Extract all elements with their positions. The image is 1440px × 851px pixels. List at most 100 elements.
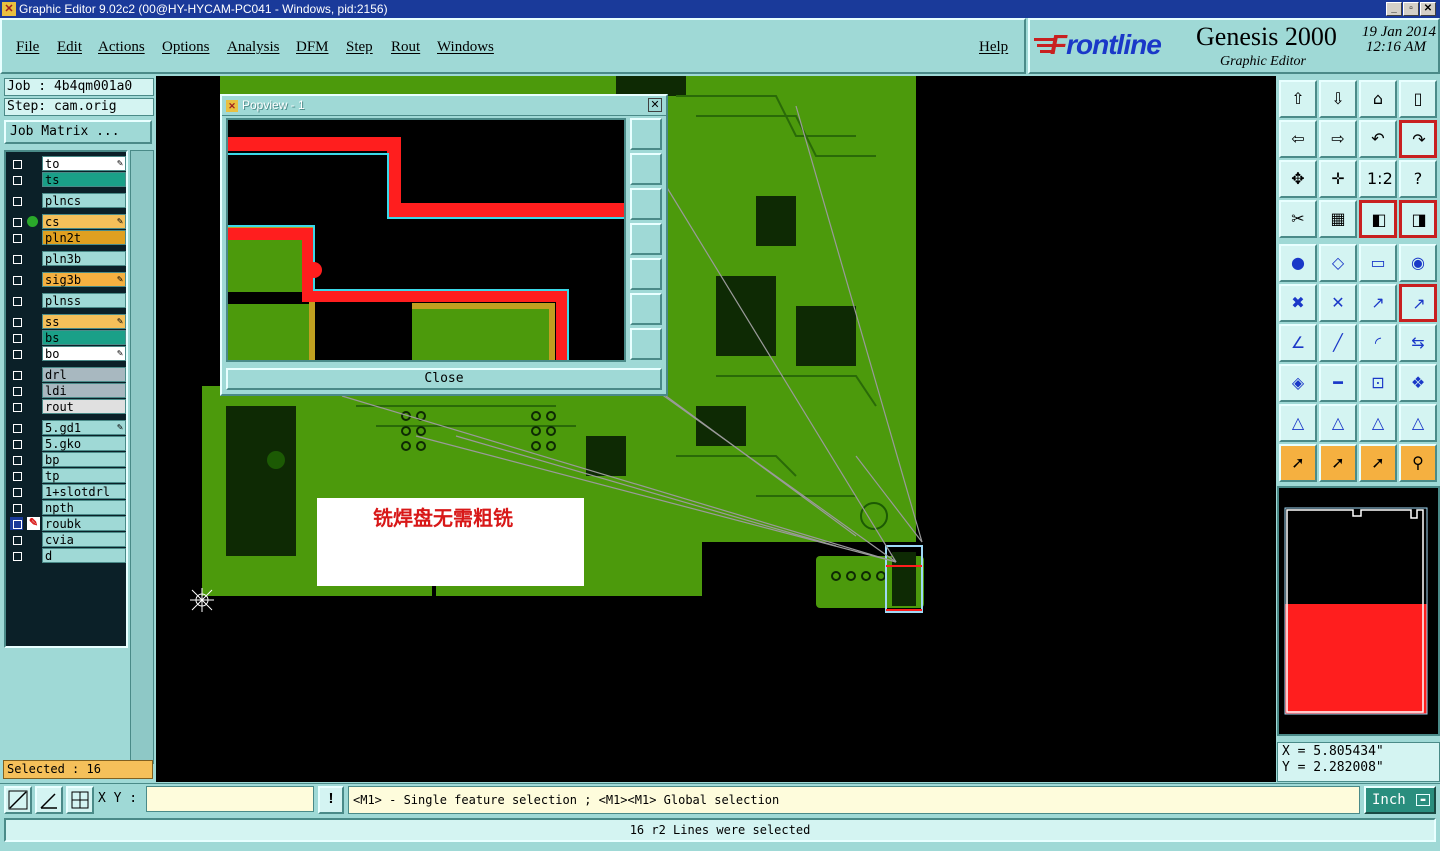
- layer-name[interactable]: sig3b ✎: [42, 272, 126, 287]
- menu-dfm[interactable]: DFM: [296, 39, 329, 56]
- grid-mode-icon[interactable]: [66, 786, 94, 814]
- fit-button[interactable]: ✥: [1279, 160, 1317, 198]
- layer-row[interactable]: rout: [8, 399, 126, 414]
- layer-checkbox[interactable]: [10, 501, 23, 514]
- transform-button[interactable]: ❖: [1399, 364, 1437, 402]
- layer-name[interactable]: 5.gd1 ✎: [42, 420, 126, 435]
- move-button[interactable]: ↗: [1359, 284, 1397, 322]
- layer-checkbox[interactable]: [10, 485, 23, 498]
- help-button[interactable]: ?: [1399, 160, 1437, 198]
- add-pad-button[interactable]: ●: [1279, 244, 1317, 282]
- layer-name[interactable]: bs: [42, 330, 126, 345]
- popview-pan-left-icon[interactable]: [630, 223, 662, 255]
- select-button[interactable]: ➚: [1279, 444, 1317, 482]
- layer-row[interactable]: 1+slotdrl: [8, 484, 126, 499]
- layer-checkbox[interactable]: [10, 517, 23, 530]
- layer-checkbox[interactable]: [10, 173, 23, 186]
- xy-input[interactable]: [146, 786, 314, 812]
- layer-checkbox[interactable]: [10, 533, 23, 546]
- layer-name[interactable]: bp: [42, 452, 126, 467]
- layer-row[interactable]: tp: [8, 468, 126, 483]
- step-up-button[interactable]: ⇧: [1279, 80, 1317, 118]
- layer-row[interactable]: npth: [8, 500, 126, 515]
- layer-checkbox[interactable]: [10, 215, 23, 228]
- layer-checkbox[interactable]: [10, 400, 23, 413]
- layer-checkbox[interactable]: [10, 157, 23, 170]
- angle-mode-icon[interactable]: [35, 786, 63, 814]
- layer-checkbox[interactable]: [10, 231, 23, 244]
- layer-row[interactable]: plnss: [8, 293, 126, 308]
- select-net-button[interactable]: ⚲: [1399, 444, 1437, 482]
- layer-row[interactable]: pln3b: [8, 251, 126, 266]
- layer-name[interactable]: rout: [42, 399, 126, 414]
- layer-name[interactable]: roubk: [42, 516, 126, 531]
- layer-row[interactable]: bo ✎: [8, 346, 126, 361]
- popview-close-icon[interactable]: ✕: [648, 98, 662, 112]
- angle-button[interactable]: ∠: [1279, 324, 1317, 362]
- job-matrix-button[interactable]: Job Matrix ...: [4, 120, 152, 144]
- layer-checkbox[interactable]: [10, 194, 23, 207]
- layer-row[interactable]: cs ✎: [8, 214, 126, 229]
- connect-button[interactable]: ✖: [1279, 284, 1317, 322]
- layer-name[interactable]: pln2t: [42, 230, 126, 245]
- snap-mode-icon[interactable]: [4, 786, 32, 814]
- layer-row[interactable]: pln2t: [8, 230, 126, 245]
- layer-list-scrollbar[interactable]: [130, 150, 154, 764]
- move-red-button[interactable]: ↗: [1399, 284, 1437, 322]
- step-down-button[interactable]: ⇩: [1319, 80, 1357, 118]
- menu-actions[interactable]: Actions: [98, 39, 145, 56]
- layer-row[interactable]: cvia: [8, 532, 126, 547]
- layer-checkbox[interactable]: [10, 437, 23, 450]
- layer-name[interactable]: 5.gko: [42, 436, 126, 451]
- fillet-button[interactable]: △: [1279, 404, 1317, 442]
- layer-name[interactable]: ldi: [42, 383, 126, 398]
- layer-row[interactable]: 5.gd1 ✎: [8, 420, 126, 435]
- layer-row[interactable]: ldi: [8, 383, 126, 398]
- layers-red-button[interactable]: ◧: [1359, 200, 1397, 238]
- popview-zoom-view[interactable]: [228, 120, 624, 360]
- popview-close-button[interactable]: Close: [226, 368, 662, 390]
- step-left-button[interactable]: ⇦: [1279, 120, 1317, 158]
- popview-zoom-in-icon[interactable]: [630, 118, 662, 150]
- menu-step[interactable]: Step: [346, 39, 373, 56]
- arc-chamfer-button[interactable]: △: [1399, 404, 1437, 442]
- overview-map[interactable]: [1277, 486, 1440, 736]
- layer-row[interactable]: 5.gko: [8, 436, 126, 451]
- layer-checkbox[interactable]: [10, 331, 23, 344]
- layer-row[interactable]: to ✎: [8, 156, 126, 171]
- popview-canvas[interactable]: [226, 118, 626, 362]
- popview-fit-icon[interactable]: [630, 293, 662, 325]
- layers-red2-button[interactable]: ◨: [1399, 200, 1437, 238]
- close-window-button[interactable]: ✕: [1420, 2, 1436, 16]
- popview-center-icon[interactable]: [630, 328, 662, 360]
- layer-checkbox[interactable]: [10, 384, 23, 397]
- menu-edit[interactable]: Edit: [57, 39, 82, 56]
- layer-row[interactable]: bp: [8, 452, 126, 467]
- layer-name[interactable]: 1+slotdrl: [42, 484, 126, 499]
- layer-name[interactable]: tp: [42, 468, 126, 483]
- layer-row[interactable]: drl: [8, 367, 126, 382]
- layer-row[interactable]: sig3b ✎: [8, 272, 126, 287]
- maximize-button[interactable]: ▫: [1403, 2, 1419, 16]
- arc-fillet-button[interactable]: △: [1359, 404, 1397, 442]
- layer-name[interactable]: npth: [42, 500, 126, 515]
- arc-button[interactable]: ◜: [1359, 324, 1397, 362]
- popview-pan-right-icon[interactable]: [630, 258, 662, 290]
- layer-checkbox[interactable]: [10, 368, 23, 381]
- layer-checkbox[interactable]: [10, 347, 23, 360]
- center-button[interactable]: ✛: [1319, 160, 1357, 198]
- chamfer-button[interactable]: △: [1319, 404, 1357, 442]
- minimize-button[interactable]: _: [1386, 2, 1402, 16]
- select-box-button[interactable]: ➚: [1319, 444, 1357, 482]
- layer-row[interactable]: d: [8, 548, 126, 563]
- grid-button[interactable]: ▦: [1319, 200, 1357, 238]
- snap-button[interactable]: ✂: [1279, 200, 1317, 238]
- layer-checkbox[interactable]: [10, 549, 23, 562]
- layer-name[interactable]: pln3b: [42, 251, 126, 266]
- step-right-button[interactable]: ⇨: [1319, 120, 1357, 158]
- delete-button[interactable]: ✕: [1319, 284, 1357, 322]
- layer-name[interactable]: bo ✎: [42, 346, 126, 361]
- layer-name[interactable]: drl: [42, 367, 126, 382]
- layer-checkbox[interactable]: [10, 421, 23, 434]
- mirror-button[interactable]: ⇆: [1399, 324, 1437, 362]
